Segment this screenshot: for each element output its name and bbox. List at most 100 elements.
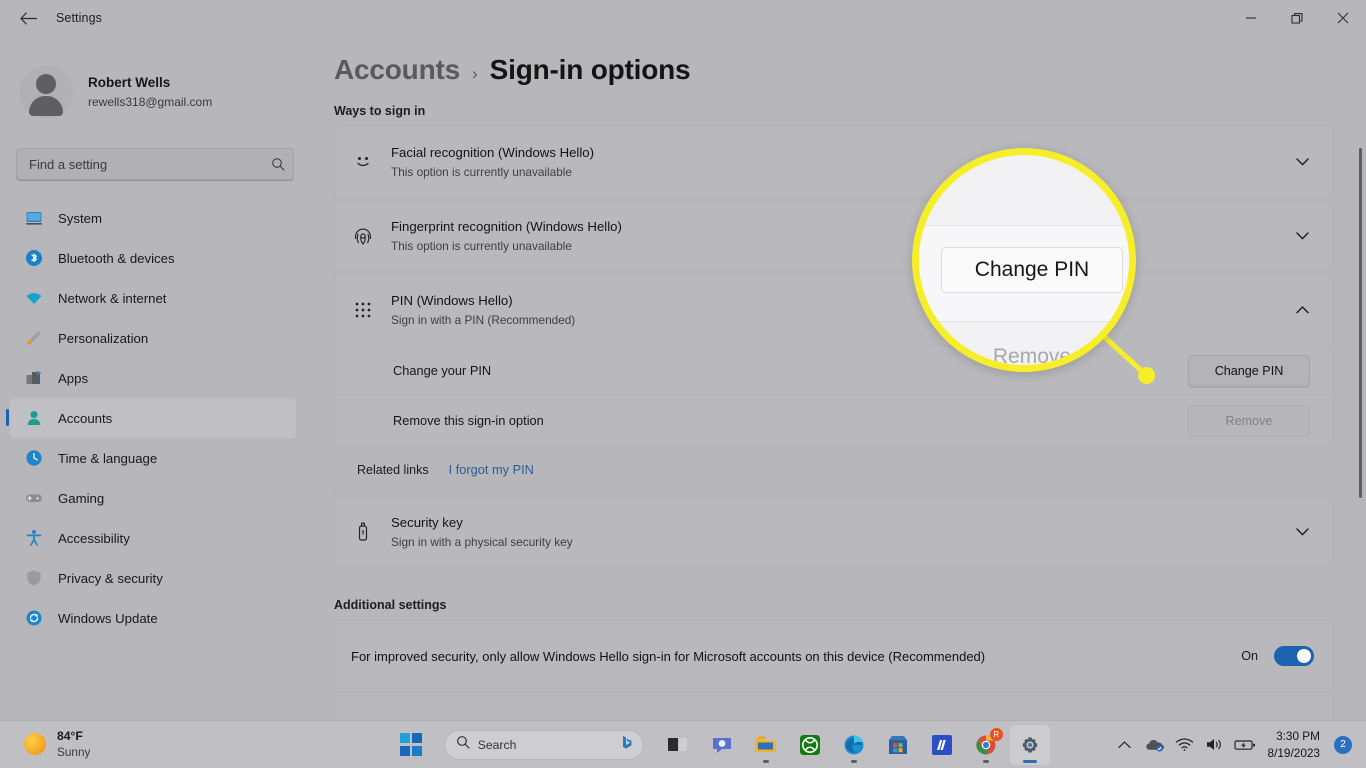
minimize-button[interactable]: [1228, 0, 1274, 36]
window-title: Settings: [56, 11, 102, 25]
option-subtitle: This option is currently unavailable: [391, 238, 572, 253]
search-input[interactable]: Find a setting: [16, 148, 294, 180]
sidebar-item-personalization[interactable]: Personalization: [10, 318, 296, 358]
sidebar-item-label: Time & language: [58, 450, 158, 466]
onedrive-icon[interactable]: [1142, 728, 1168, 762]
shield-icon: [24, 568, 44, 588]
system-tray: 3:30 PM 8/19/2023 2: [1112, 728, 1366, 762]
taskbar-search-input[interactable]: Search: [443, 729, 644, 760]
taskbar-app-task-view[interactable]: [658, 725, 698, 765]
system-icon: [24, 208, 44, 228]
weather-temperature: 84°F: [57, 729, 83, 744]
security-key-icon: [349, 521, 377, 543]
windows-logo-icon: [399, 733, 422, 756]
remove-sign-in-option-row: Remove this sign-in option Remove: [335, 395, 1332, 445]
option-card-security-key[interactable]: Security key Sign in with a physical sec…: [334, 496, 1333, 568]
taskbar-app-edge[interactable]: [834, 725, 874, 765]
callout-anchor-dot: [1138, 367, 1155, 384]
volume-icon[interactable]: [1202, 728, 1228, 762]
taskbar-app-movies-anywhere[interactable]: [922, 725, 962, 765]
network-icon: [24, 288, 44, 308]
bing-icon[interactable]: [618, 734, 635, 756]
option-card-fingerprint-recognition[interactable]: Fingerprint recognition (Windows Hello) …: [334, 200, 1333, 272]
sidebar-nav: System Bluetooth & devices Network & int…: [0, 198, 318, 638]
sidebar-item-label: Privacy & security: [58, 570, 163, 586]
option-title: Facial recognition (Windows Hello): [391, 144, 595, 160]
sidebar-item-bluetooth-devices[interactable]: Bluetooth & devices: [10, 238, 296, 278]
close-button[interactable]: [1320, 0, 1366, 36]
sidebar-item-label: Windows Update: [58, 610, 158, 626]
accessibility-icon: [24, 528, 44, 548]
profile-section[interactable]: Robert Wells rewells318@gmail.com: [0, 48, 318, 126]
chevron-down-icon[interactable]: [1288, 232, 1316, 240]
related-links-label: Related links: [357, 462, 429, 477]
option-title: PIN (Windows Hello): [391, 292, 513, 308]
fingerprint-icon: [349, 225, 377, 247]
update-icon: [24, 608, 44, 628]
remove-button: Remove: [1188, 404, 1310, 437]
related-links-row: Related links I forgot my PIN: [335, 445, 1332, 493]
sidebar-item-windows-update[interactable]: Windows Update: [10, 598, 296, 638]
chevron-up-icon[interactable]: [1112, 728, 1138, 762]
change-pin-button[interactable]: Change PIN: [1188, 354, 1310, 387]
sidebar-item-label: Network & internet: [58, 290, 167, 306]
clock-time: 3:30 PM: [1276, 728, 1320, 743]
option-card-pin[interactable]: PIN (Windows Hello) Sign in with a PIN (…: [334, 274, 1333, 494]
face-icon: [349, 151, 377, 173]
taskbar-app-store[interactable]: [878, 725, 918, 765]
taskbar-center: Search R: [330, 724, 1112, 765]
taskbar-app-settings[interactable]: [1009, 724, 1050, 765]
content-scrollbar-thumb[interactable]: [1359, 148, 1362, 498]
chevron-up-icon[interactable]: [1288, 306, 1316, 314]
pin-keypad-icon: [349, 300, 377, 320]
start-button[interactable]: [392, 726, 430, 764]
forgot-pin-link[interactable]: I forgot my PIN: [449, 462, 534, 477]
hello-only-toggle-card[interactable]: For improved security, only allow Window…: [334, 620, 1333, 692]
change-pin-label: Change your PIN: [393, 363, 492, 378]
wifi-icon[interactable]: [1172, 728, 1198, 762]
search-icon: [271, 157, 285, 171]
option-subtitle: Sign in with a PIN (Recommended): [391, 312, 576, 327]
sign-in-options-list: Facial recognition (Windows Hello) This …: [334, 126, 1333, 568]
sidebar-item-accessibility[interactable]: Accessibility: [10, 518, 296, 558]
bluetooth-icon: [24, 248, 44, 268]
battery-charging-icon[interactable]: [1232, 728, 1258, 762]
option-card-facial-recognition[interactable]: Facial recognition (Windows Hello) This …: [334, 126, 1333, 198]
sidebar-item-privacy-security[interactable]: Privacy & security: [10, 558, 296, 598]
sidebar-item-apps[interactable]: Apps: [10, 358, 296, 398]
additional-settings-list: For improved security, only allow Window…: [334, 620, 1333, 692]
clock-date: 8/19/2023: [1267, 745, 1320, 760]
option-subtitle: Sign in with a physical security key: [391, 534, 573, 549]
sidebar-item-time-language[interactable]: Time & language: [10, 438, 296, 478]
breadcrumb-parent[interactable]: Accounts: [334, 54, 460, 86]
sidebar-item-network-internet[interactable]: Network & internet: [10, 278, 296, 318]
restore-button[interactable]: [1274, 0, 1320, 36]
sidebar-item-label: Gaming: [58, 490, 105, 506]
taskbar-app-xbox[interactable]: [790, 725, 830, 765]
paintbrush-icon: [24, 328, 44, 348]
taskbar-app-chat[interactable]: [702, 725, 742, 765]
sidebar-item-label: Personalization: [58, 330, 149, 346]
back-arrow-icon[interactable]: [8, 2, 48, 34]
apps-icon: [24, 368, 44, 388]
change-pin-row: Change your PIN Change PIN: [335, 345, 1332, 395]
sidebar-item-gaming[interactable]: Gaming: [10, 478, 296, 518]
sidebar-item-accounts[interactable]: Accounts: [6, 398, 296, 438]
toggle-state-label: On: [1241, 649, 1258, 663]
chevron-down-icon[interactable]: [1288, 528, 1316, 536]
taskbar-app-chrome[interactable]: R: [966, 725, 1006, 765]
taskbar-app-file-explorer[interactable]: [746, 725, 786, 765]
taskbar: 84°F Sunny Search R 3:30 PM 8/19/2023 2: [0, 720, 1366, 768]
gamepad-icon: [24, 488, 44, 508]
hello-only-toggle[interactable]: [1274, 646, 1314, 666]
sidebar-item-system[interactable]: System: [10, 198, 296, 238]
hello-only-toggle-label: For improved security, only allow Window…: [351, 648, 986, 664]
taskbar-weather-widget[interactable]: 84°F Sunny: [0, 728, 330, 760]
breadcrumb-separator: ›: [471, 64, 478, 83]
profile-email: rewells318@gmail.com: [88, 94, 213, 109]
chevron-down-icon[interactable]: [1288, 158, 1316, 166]
notification-badge[interactable]: 2: [1334, 735, 1352, 754]
magnifier-callout: Change PIN Remove: [912, 148, 1136, 372]
option-title: Fingerprint recognition (Windows Hello): [391, 218, 622, 234]
taskbar-clock[interactable]: 3:30 PM 8/19/2023: [1268, 728, 1320, 761]
